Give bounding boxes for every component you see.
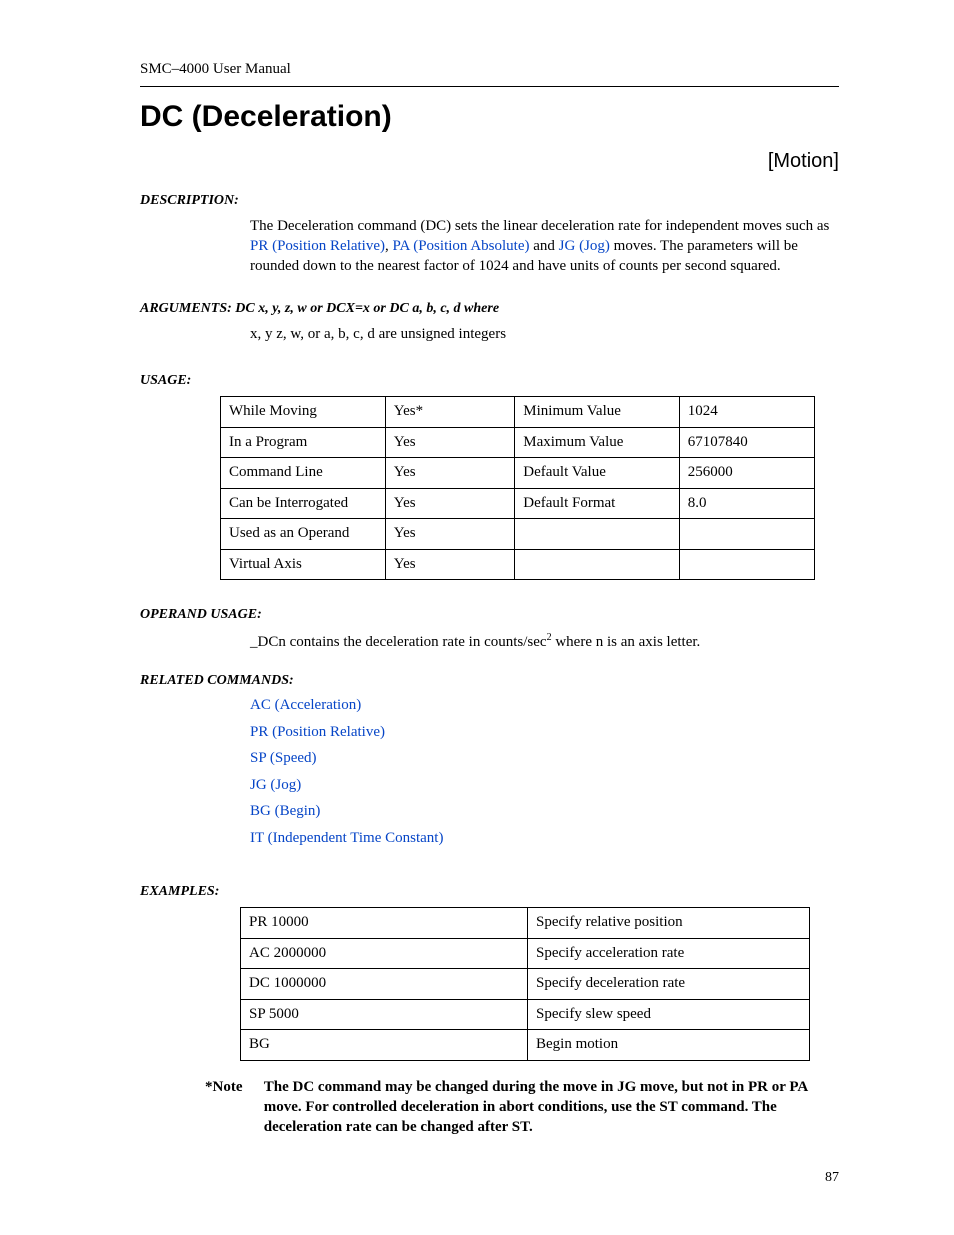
desc-sep1: , — [385, 238, 393, 254]
table-row: AC 2000000 Specify acceleration rate — [241, 938, 810, 969]
usage-label: USAGE: — [140, 372, 839, 390]
cell — [515, 549, 679, 580]
cell: BG — [241, 1030, 528, 1061]
arguments-label: ARGUMENTS: DC x, y, z, w or DCX=x or DC … — [140, 300, 839, 318]
cell — [679, 549, 814, 580]
cell: Yes — [385, 427, 515, 458]
related-label: RELATED COMMANDS: — [140, 672, 839, 690]
page-number: 87 — [825, 1169, 839, 1187]
link-pr[interactable]: PR (Position Relative) — [250, 238, 385, 254]
cell: AC 2000000 — [241, 938, 528, 969]
cell: 256000 — [679, 458, 814, 489]
related-link[interactable]: IT (Independent Time Constant) — [250, 830, 443, 846]
related-link[interactable]: JG (Jog) — [250, 777, 301, 793]
cell: PR 10000 — [241, 908, 528, 939]
cell: Used as an Operand — [221, 519, 386, 550]
cell: Yes — [385, 549, 515, 580]
table-row: Used as an Operand Yes — [221, 519, 815, 550]
operand-label: OPERAND USAGE: — [140, 606, 839, 624]
cell: Maximum Value — [515, 427, 679, 458]
related-link[interactable]: AC (Acceleration) — [250, 697, 361, 713]
top-rule — [140, 86, 839, 87]
table-row: While Moving Yes* Minimum Value 1024 — [221, 397, 815, 428]
cell: In a Program — [221, 427, 386, 458]
cell: Can be Interrogated — [221, 488, 386, 519]
cell — [515, 519, 679, 550]
examples-table: PR 10000 Specify relative position AC 20… — [240, 907, 810, 1061]
examples-label: EXAMPLES: — [140, 883, 839, 901]
cell: Yes — [385, 519, 515, 550]
usage-table: While Moving Yes* Minimum Value 1024 In … — [220, 396, 815, 580]
cell: Specify deceleration rate — [528, 969, 810, 1000]
desc-sep2: and — [529, 238, 558, 254]
manual-header: SMC–4000 User Manual — [140, 60, 839, 80]
related-link[interactable]: SP (Speed) — [250, 750, 317, 766]
cell: Specify slew speed — [528, 999, 810, 1030]
related-link[interactable]: PR (Position Relative) — [250, 724, 385, 740]
cell: Begin motion — [528, 1030, 810, 1061]
note-body: The DC command may be changed during the… — [264, 1077, 839, 1138]
related-link[interactable]: BG (Begin) — [250, 803, 320, 819]
table-row: Can be Interrogated Yes Default Format 8… — [221, 488, 815, 519]
cell — [679, 519, 814, 550]
table-row: Command Line Yes Default Value 256000 — [221, 458, 815, 489]
cell: 1024 — [679, 397, 814, 428]
description-label: DESCRIPTION: — [140, 192, 839, 210]
cell: 8.0 — [679, 488, 814, 519]
table-row: SP 5000 Specify slew speed — [241, 999, 810, 1030]
cell: DC 1000000 — [241, 969, 528, 1000]
related-list: AC (Acceleration) PR (Position Relative)… — [250, 696, 839, 848]
cell: SP 5000 — [241, 999, 528, 1030]
category-label: [Motion] — [140, 148, 839, 174]
page-title: DC (Deceleration) — [140, 97, 839, 136]
operand-body: _DCn contains the deceleration rate in c… — [250, 631, 839, 653]
cell: Default Value — [515, 458, 679, 489]
note-block: *Note The DC command may be changed duri… — [205, 1077, 839, 1138]
cell: Minimum Value — [515, 397, 679, 428]
cell: Specify acceleration rate — [528, 938, 810, 969]
cell: 67107840 — [679, 427, 814, 458]
link-pa[interactable]: PA (Position Absolute) — [393, 238, 530, 254]
operand-pre: _DCn contains the deceleration rate in c… — [250, 634, 547, 650]
table-row: Virtual Axis Yes — [221, 549, 815, 580]
cell: Yes — [385, 488, 515, 519]
cell: Yes* — [385, 397, 515, 428]
cell: Virtual Axis — [221, 549, 386, 580]
operand-post: where n is an axis letter. — [552, 634, 701, 650]
note-star: *Note — [205, 1077, 260, 1097]
table-row: BG Begin motion — [241, 1030, 810, 1061]
arguments-body: x, y z, w, or a, b, c, d are unsigned in… — [250, 325, 839, 345]
table-row: In a Program Yes Maximum Value 67107840 — [221, 427, 815, 458]
cell: Yes — [385, 458, 515, 489]
table-row: DC 1000000 Specify deceleration rate — [241, 969, 810, 1000]
desc-pre: The Deceleration command (DC) sets the l… — [250, 218, 829, 234]
link-jg[interactable]: JG (Jog) — [559, 238, 610, 254]
cell: Default Format — [515, 488, 679, 519]
description-body: The Deceleration command (DC) sets the l… — [250, 216, 839, 277]
cell: While Moving — [221, 397, 386, 428]
cell: Specify relative position — [528, 908, 810, 939]
table-row: PR 10000 Specify relative position — [241, 908, 810, 939]
cell: Command Line — [221, 458, 386, 489]
